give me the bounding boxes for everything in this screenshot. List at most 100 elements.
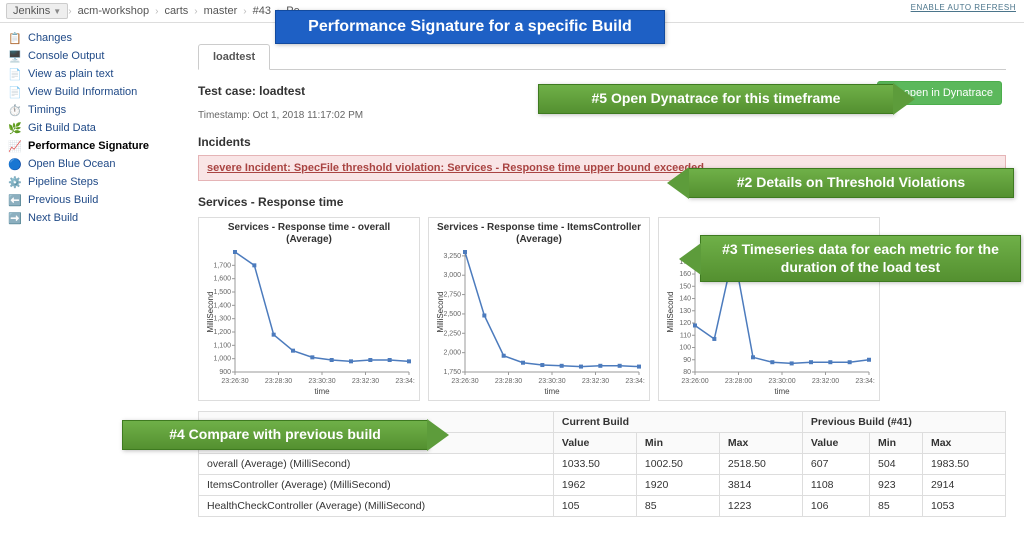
svg-text:23:34:30: 23:34:30 <box>395 378 415 385</box>
svg-text:23:28:30: 23:28:30 <box>265 378 292 385</box>
sidebar-item-console-output[interactable]: 🖥️ Console Output <box>8 47 180 65</box>
chart-title: Services - Response time - ItemsControll… <box>435 222 643 248</box>
tabs: loadtest <box>198 43 1006 70</box>
svg-text:1,400: 1,400 <box>213 302 231 309</box>
svg-text:MilliSecond: MilliSecond <box>206 292 215 333</box>
svg-text:23:30:30: 23:30:30 <box>538 378 565 385</box>
svg-text:23:32:30: 23:32:30 <box>582 378 609 385</box>
sidebar-item-label: Previous Build <box>28 194 98 206</box>
svg-text:23:32:00: 23:32:00 <box>812 378 839 385</box>
svg-text:150: 150 <box>679 283 691 290</box>
breadcrumb-item[interactable]: master <box>198 5 244 17</box>
perf-signature-icon: 📈 <box>8 139 22 153</box>
svg-text:23:26:30: 23:26:30 <box>451 378 478 385</box>
svg-text:140: 140 <box>679 296 691 303</box>
svg-text:23:34:30: 23:34:30 <box>625 378 645 385</box>
svg-text:MilliSecond: MilliSecond <box>666 292 675 333</box>
callout-title: Performance Signature for a specific Bui… <box>275 10 665 44</box>
svg-text:23:28:00: 23:28:00 <box>725 378 752 385</box>
svg-text:130: 130 <box>679 308 691 315</box>
sidebar-item-git-build-data[interactable]: 🌿 Git Build Data <box>8 119 180 137</box>
sidebar-item-label: Console Output <box>28 50 104 62</box>
svg-text:23:34:00: 23:34:00 <box>855 378 875 385</box>
svg-text:2,250: 2,250 <box>443 330 461 337</box>
next-build-icon: ➡️ <box>8 211 22 225</box>
svg-text:100: 100 <box>679 345 691 352</box>
changes-icon: 📋 <box>8 31 22 45</box>
svg-text:MilliSecond: MilliSecond <box>436 292 445 333</box>
svg-text:23:30:30: 23:30:30 <box>308 378 335 385</box>
sidebar-item-label: Pipeline Steps <box>28 176 98 188</box>
svg-text:23:26:00: 23:26:00 <box>681 378 708 385</box>
chart-title: Services - Response time - overall (Aver… <box>205 222 413 248</box>
sidebar-item-label: Performance Signature <box>28 140 149 152</box>
svg-text:1,500: 1,500 <box>213 289 231 296</box>
breadcrumb-item[interactable]: acm-workshop <box>72 5 156 17</box>
svg-text:time: time <box>774 387 790 396</box>
svg-text:900: 900 <box>219 369 231 376</box>
svg-text:1,750: 1,750 <box>443 369 461 376</box>
svg-text:1,300: 1,300 <box>213 316 231 323</box>
svg-text:23:26:30: 23:26:30 <box>221 378 248 385</box>
sidebar-item-perf-signature[interactable]: 📈 Performance Signature <box>8 137 180 155</box>
sidebar-item-label: View Build Information <box>28 86 137 98</box>
git-build-data-icon: 🌿 <box>8 121 22 135</box>
breadcrumb-home[interactable]: Jenkins▼ <box>6 3 68 19</box>
svg-text:1,700: 1,700 <box>213 262 231 269</box>
callout-5: #5 Open Dynatrace for this timeframe <box>538 84 894 114</box>
view-build-info-icon: 📄 <box>8 85 22 99</box>
chart-card: Services - Response time - ItemsControll… <box>428 217 650 401</box>
callout-2: #2 Details on Threshold Violations <box>688 168 1014 198</box>
timings-icon: ⏱️ <box>8 103 22 117</box>
svg-text:2,750: 2,750 <box>443 292 461 299</box>
svg-text:23:28:30: 23:28:30 <box>495 378 522 385</box>
svg-text:2,500: 2,500 <box>443 311 461 318</box>
chart-card: Services - Response time - overall (Aver… <box>198 217 420 401</box>
group-current: Current Build <box>553 412 802 433</box>
blue-ocean-icon: 🔵 <box>8 157 22 171</box>
sidebar-item-changes[interactable]: 📋 Changes <box>8 29 180 47</box>
svg-text:110: 110 <box>680 332 691 339</box>
sidebar: 📋 Changes 🖥️ Console Output 📄 View as plain t… <box>0 23 180 535</box>
enable-auto-refresh-link[interactable]: ENABLE AUTO REFRESH <box>911 3 1016 12</box>
svg-text:120: 120 <box>679 320 691 327</box>
table-row: ItemsController (Average) (MilliSecond)1… <box>199 475 1006 496</box>
sidebar-item-timings[interactable]: ⏱️ Timings <box>8 101 180 119</box>
group-previous: Previous Build (#41) <box>802 412 1005 433</box>
svg-text:3,250: 3,250 <box>443 253 461 260</box>
table-row: HealthCheckController (Average) (MilliSe… <box>199 496 1006 517</box>
sidebar-item-label: Changes <box>28 32 72 44</box>
sidebar-item-pipeline-steps[interactable]: ⚙️ Pipeline Steps <box>8 173 180 191</box>
svg-text:time: time <box>544 387 560 396</box>
sidebar-item-previous-build[interactable]: ⬅️ Previous Build <box>8 191 180 209</box>
svg-text:90: 90 <box>683 357 691 364</box>
svg-text:time: time <box>314 387 330 396</box>
svg-text:1,100: 1,100 <box>213 342 231 349</box>
svg-text:1,600: 1,600 <box>213 276 231 283</box>
view-plain-text-icon: 📄 <box>8 67 22 81</box>
sidebar-item-blue-ocean[interactable]: 🔵 Open Blue Ocean <box>8 155 180 173</box>
sidebar-item-label: Open Blue Ocean <box>28 158 115 170</box>
sidebar-item-view-build-info[interactable]: 📄 View Build Information <box>8 83 180 101</box>
svg-text:2,000: 2,000 <box>443 350 461 357</box>
svg-text:23:32:30: 23:32:30 <box>352 378 379 385</box>
sidebar-item-label: Git Build Data <box>28 122 96 134</box>
pipeline-steps-icon: ⚙️ <box>8 175 22 189</box>
callout-3: #3 Timeseries data for each metric for t… <box>700 235 1021 282</box>
sidebar-item-view-plain-text[interactable]: 📄 View as plain text <box>8 65 180 83</box>
svg-text:80: 80 <box>683 369 691 376</box>
sidebar-item-next-build[interactable]: ➡️Next Build <box>8 209 180 227</box>
svg-text:3,000: 3,000 <box>443 272 461 279</box>
callout-4: #4 Compare with previous build <box>122 420 428 450</box>
breadcrumb-item[interactable]: #43 <box>247 5 277 17</box>
svg-text:23:30:00: 23:30:00 <box>768 378 795 385</box>
svg-text:1,200: 1,200 <box>213 329 231 336</box>
table-row: overall (Average) (MilliSecond)1033.5010… <box>199 454 1006 475</box>
sidebar-item-label: View as plain text <box>28 68 113 80</box>
breadcrumb-item[interactable]: carts <box>158 5 194 17</box>
tab-loadtest[interactable]: loadtest <box>198 44 270 70</box>
incident-link[interactable]: severe Incident: SpecFile threshold viol… <box>207 162 704 174</box>
previous-build-icon: ⬅️ <box>8 193 22 207</box>
console-output-icon: 🖥️ <box>8 49 22 63</box>
sidebar-item-label: Timings <box>28 104 66 116</box>
